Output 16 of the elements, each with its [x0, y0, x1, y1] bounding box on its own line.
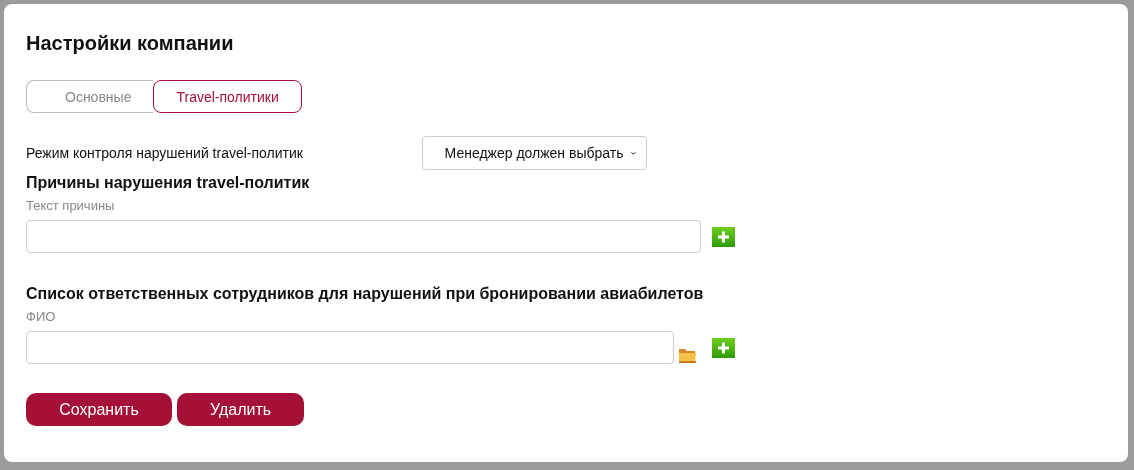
mode-dropdown[interactable]: Менеджер должен выбрать	[422, 136, 647, 170]
field-label: ФИО	[26, 309, 56, 324]
input-field[interactable]	[26, 331, 674, 364]
field-label: Текст причины	[26, 198, 115, 213]
section-heading: Список ответственных сотрудников для нарушений при бронировании авиабилетов	[26, 285, 704, 303]
tab[interactable]: Основные	[26, 80, 154, 113]
add-icon[interactable]	[712, 337, 735, 358]
tab[interactable]: Travel-политики	[153, 80, 302, 113]
section-heading: Причины нарушения travel-политик	[26, 174, 310, 192]
input-field[interactable]	[26, 220, 701, 253]
add-icon[interactable]	[712, 226, 735, 247]
delete-button[interactable]: Удалить	[177, 393, 305, 426]
chevron-icon	[631, 149, 636, 157]
page-title: Настройки компании	[26, 32, 234, 55]
field-label: Режим контроля нарушений travel-политик	[26, 145, 304, 161]
save-button[interactable]: Сохранить	[26, 393, 172, 426]
